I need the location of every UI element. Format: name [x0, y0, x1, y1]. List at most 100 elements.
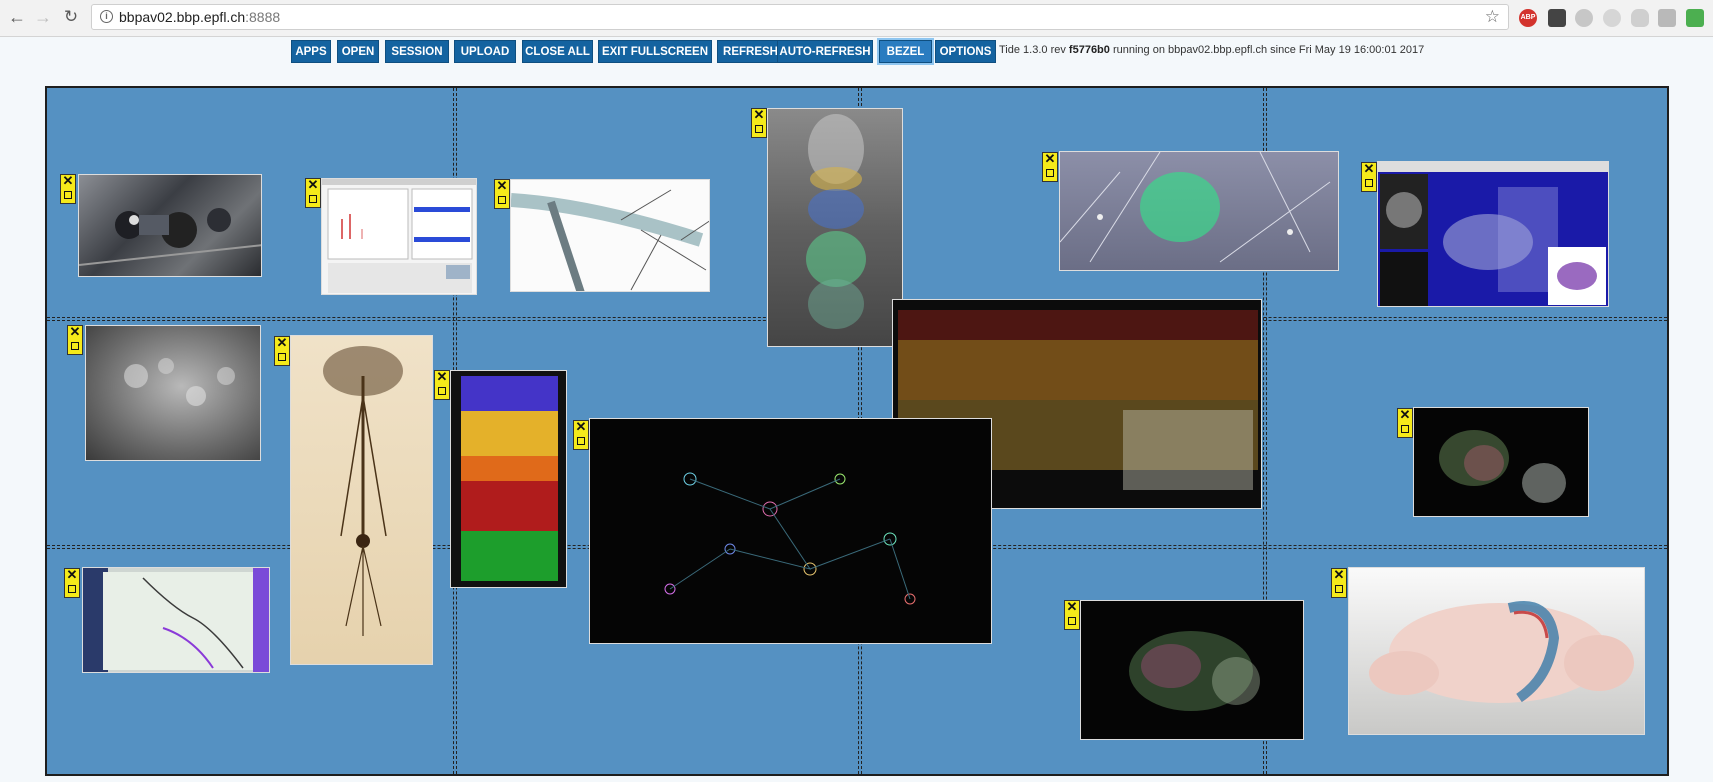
layered-column-image: [461, 376, 558, 581]
content-window[interactable]: [78, 174, 262, 277]
close-icon[interactable]: ✕: [69, 325, 81, 339]
maximize-icon[interactable]: [577, 437, 585, 445]
close-icon[interactable]: ✕: [307, 178, 319, 192]
brain-volume-small-image: [1439, 430, 1566, 503]
close-icon[interactable]: ✕: [276, 336, 288, 350]
extension-icon[interactable]: [1686, 9, 1704, 27]
window-controls[interactable]: ✕: [274, 336, 290, 366]
maximize-icon[interactable]: [1335, 585, 1343, 593]
session-button[interactable]: SESSION: [385, 40, 449, 63]
bezel-button[interactable]: BEZEL: [879, 40, 932, 63]
close-icon[interactable]: ✕: [66, 568, 78, 582]
maximize-icon[interactable]: [68, 585, 76, 593]
close-icon[interactable]: ✕: [575, 420, 587, 434]
display-wall[interactable]: ✕ ✕ ✕ ✕ ✕ ✕ ✕ ✕ ✕ ✕ ✕ ✕ ✕ ✕: [45, 86, 1669, 776]
url-text[interactable]: bbpav02.bbp.epfl.ch:8888: [119, 9, 280, 25]
extension-icon[interactable]: [1575, 9, 1593, 27]
url-host: bbpav02.bbp.epfl.ch: [119, 9, 246, 25]
adblock-extension-icon[interactable]: ABP: [1519, 9, 1537, 27]
brain-volume-image: [1129, 631, 1260, 711]
close-icon[interactable]: ✕: [1044, 152, 1056, 166]
forward-arrow-icon[interactable]: →: [32, 6, 54, 28]
content-window[interactable]: [1348, 567, 1645, 735]
brain-atlas-image: [1378, 162, 1608, 306]
maximize-icon[interactable]: [278, 353, 286, 361]
calcium-imaging-image: [124, 358, 235, 406]
info-icon[interactable]: i: [100, 10, 113, 23]
content-window[interactable]: [1059, 151, 1339, 271]
maximize-icon[interactable]: [71, 342, 79, 350]
maximize-icon[interactable]: [1401, 425, 1409, 433]
window-controls[interactable]: ✕: [1361, 162, 1377, 192]
window-controls[interactable]: ✕: [494, 179, 510, 209]
extension-icon[interactable]: [1603, 9, 1621, 27]
status-prefix: Tide 1.3.0 rev: [999, 44, 1066, 56]
maximize-icon[interactable]: [498, 196, 506, 204]
dendrite-image: [511, 189, 709, 291]
bookmark-star-icon[interactable]: ☆: [1485, 7, 1500, 27]
pyramidal-neuron-image: [323, 346, 403, 636]
status-rev: f5776b0: [1068, 44, 1110, 56]
tablet-tracing-image: [83, 568, 269, 672]
window-controls[interactable]: ✕: [305, 178, 321, 208]
window-controls[interactable]: ✕: [434, 370, 450, 400]
maximize-icon[interactable]: [1068, 617, 1076, 625]
window-controls[interactable]: ✕: [1397, 408, 1413, 438]
window-controls[interactable]: ✕: [1331, 568, 1347, 598]
address-bar[interactable]: i bbpav02.bbp.epfl.ch:8888 ☆: [91, 4, 1509, 30]
neuron-cluster-image: [1060, 152, 1331, 263]
content-window[interactable]: [85, 325, 261, 461]
open-button[interactable]: OPEN: [337, 40, 379, 63]
close-all-button[interactable]: CLOSE ALL: [522, 40, 593, 63]
maximize-icon[interactable]: [309, 195, 317, 203]
content-window[interactable]: [1080, 600, 1304, 740]
apps-button[interactable]: APPS: [291, 40, 331, 63]
maximize-icon[interactable]: [438, 387, 446, 395]
electrode-rig-image: [79, 208, 261, 266]
signal-plot-image: [322, 179, 476, 293]
window-controls[interactable]: ✕: [67, 325, 83, 355]
maximize-icon[interactable]: [64, 191, 72, 199]
window-controls[interactable]: ✕: [751, 108, 767, 138]
window-controls[interactable]: ✕: [60, 174, 76, 204]
mouse-brain-image: [1369, 601, 1634, 703]
upload-button[interactable]: UPLOAD: [454, 40, 516, 63]
close-icon[interactable]: ✕: [436, 370, 448, 384]
url-port: :8888: [245, 9, 281, 25]
close-icon[interactable]: ✕: [1399, 408, 1411, 422]
auto-refresh-button[interactable]: AUTO-REFRESH: [777, 40, 873, 63]
maximize-icon[interactable]: [755, 125, 763, 133]
cloud-extension-icon[interactable]: [1631, 9, 1649, 27]
window-controls[interactable]: ✕: [64, 568, 80, 598]
close-icon[interactable]: ✕: [1333, 568, 1345, 582]
back-arrow-icon[interactable]: ←: [6, 6, 28, 28]
close-icon[interactable]: ✕: [1363, 162, 1375, 176]
content-window[interactable]: [321, 178, 477, 295]
content-window[interactable]: [510, 179, 710, 292]
status-text: Tide 1.3.0 rev f5776b0 running on bbpav0…: [999, 44, 1424, 56]
close-icon[interactable]: ✕: [496, 179, 508, 193]
status-suffix: running on bbpav02.bbp.epfl.ch since Fri…: [1112, 44, 1425, 56]
extension-icon[interactable]: [1658, 9, 1676, 27]
maximize-icon[interactable]: [1365, 179, 1373, 187]
content-window[interactable]: [1377, 161, 1609, 307]
content-window[interactable]: [589, 418, 992, 644]
browser-chrome: ← → ↻ i bbpav02.bbp.epfl.ch:8888 ☆ ABP: [0, 0, 1713, 37]
extension-icon[interactable]: [1548, 9, 1566, 27]
options-button[interactable]: OPTIONS: [935, 40, 996, 63]
reload-icon[interactable]: ↻: [60, 6, 82, 28]
window-controls[interactable]: ✕: [1064, 600, 1080, 630]
close-icon[interactable]: ✕: [1066, 600, 1078, 614]
exit-fullscreen-button[interactable]: EXIT FULLSCREEN: [598, 40, 712, 63]
window-controls[interactable]: ✕: [573, 420, 589, 450]
content-window[interactable]: [450, 370, 567, 588]
window-controls[interactable]: ✕: [1042, 152, 1058, 182]
content-window[interactable]: [82, 567, 270, 673]
maximize-icon[interactable]: [1046, 169, 1054, 177]
close-icon[interactable]: ✕: [62, 174, 74, 188]
refresh-button[interactable]: REFRESH: [717, 40, 784, 63]
content-window[interactable]: [1413, 407, 1589, 517]
content-window[interactable]: [290, 335, 433, 665]
content-window[interactable]: [767, 108, 903, 347]
close-icon[interactable]: ✕: [753, 108, 765, 122]
